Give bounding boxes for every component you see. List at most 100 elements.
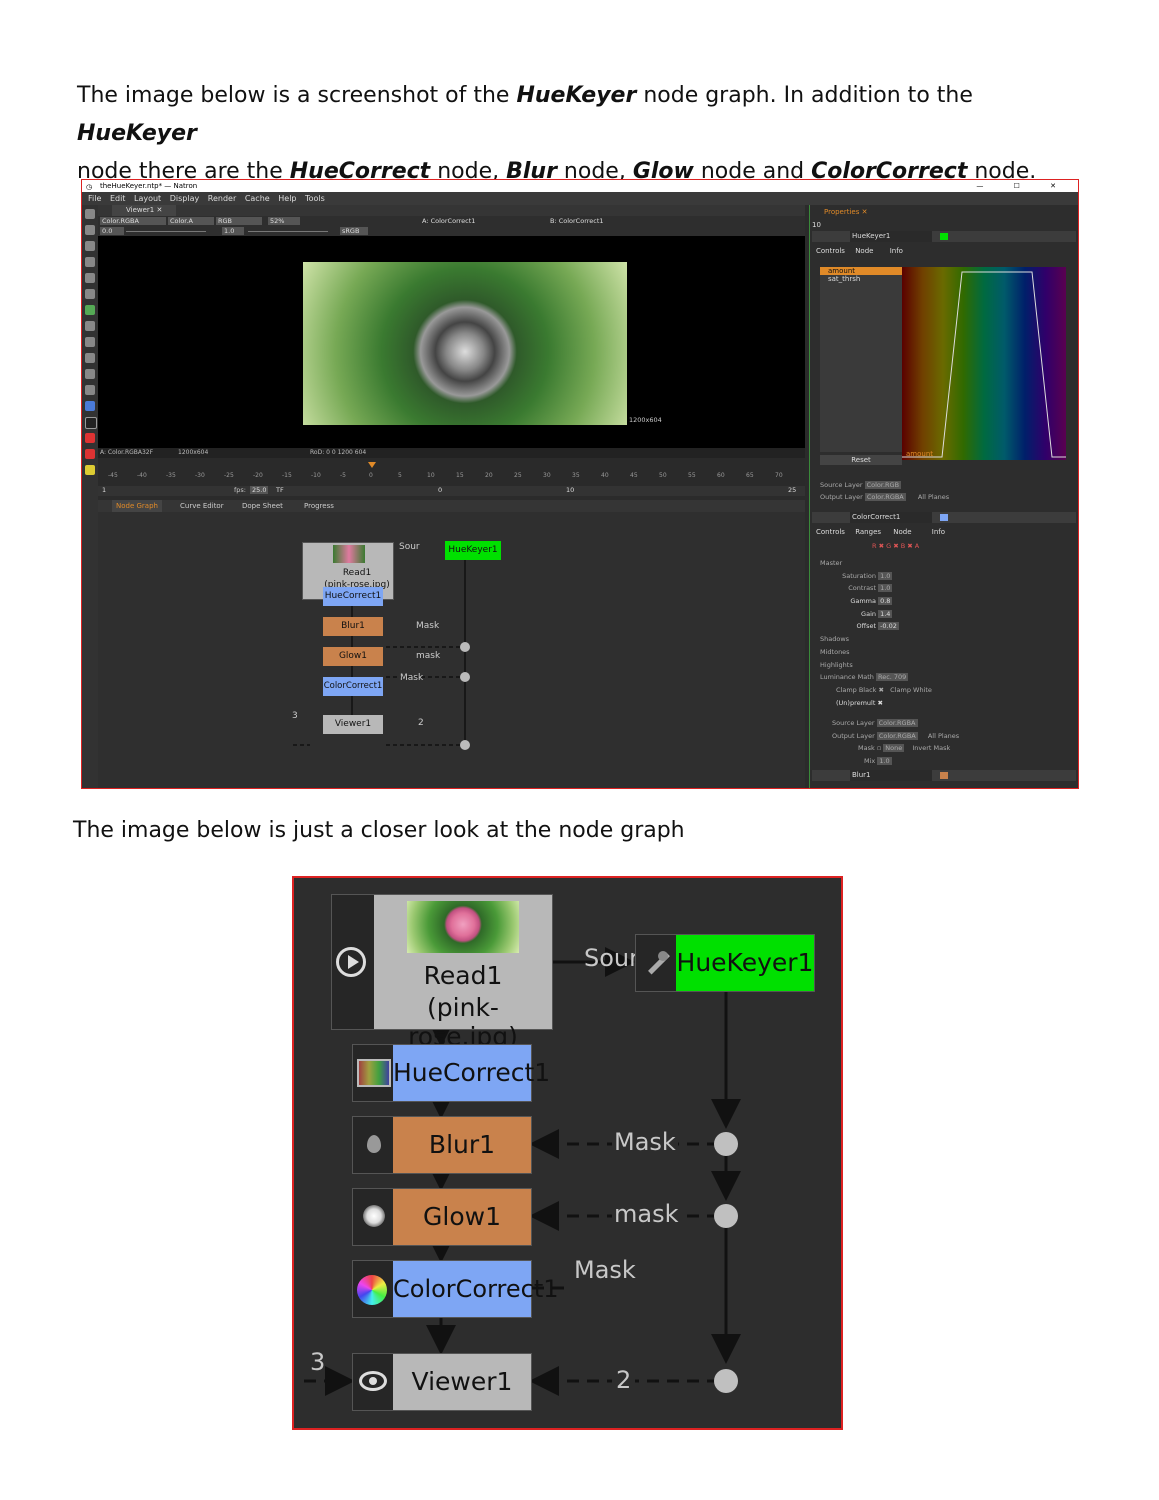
transform-node-icon[interactable]: [85, 337, 95, 347]
max-panels-field[interactable]: 10: [812, 221, 821, 229]
menu-help[interactable]: Help: [278, 194, 296, 203]
turbo-mode-toggle[interactable]: TF: [276, 486, 284, 494]
menu-tools[interactable]: Tools: [305, 194, 325, 203]
red-star-tool-icon-2[interactable]: [85, 449, 95, 459]
paint-tool-icon[interactable]: [85, 225, 95, 235]
viewer-viewport[interactable]: 1200x604: [98, 236, 805, 448]
cc-invert-mask-checkbox[interactable]: Invert Mask: [912, 744, 950, 752]
reset-button[interactable]: Reset: [820, 455, 902, 465]
channel-tool-icon[interactable]: [85, 257, 95, 267]
alpha-dropdown[interactable]: Color.A: [168, 217, 214, 225]
exposure-field[interactable]: 0.0: [100, 227, 124, 235]
tab-progress[interactable]: Progress: [300, 500, 338, 512]
lum-math-dropdown[interactable]: Rec. 709: [875, 673, 909, 682]
mini-viewer-node[interactable]: Viewer1: [323, 715, 383, 734]
cc-highlights-group[interactable]: Highlights: [820, 659, 1070, 672]
cc-offset-field[interactable]: -0.02: [878, 622, 899, 631]
tab-cc-info[interactable]: Info: [932, 528, 945, 536]
viewer-node[interactable]: Viewer1: [352, 1353, 532, 1411]
exposure-slider[interactable]: [126, 231, 206, 232]
gmic-tool-icon[interactable]: [85, 385, 95, 395]
tab-properties[interactable]: Properties ✕: [824, 208, 867, 216]
current-frame-field[interactable]: 0: [438, 486, 442, 494]
menu-edit[interactable]: Edit: [110, 194, 126, 203]
output-layer-dropdown[interactable]: Color.RGBA: [864, 493, 906, 501]
mini-huekeyer-node[interactable]: HueKeyer1: [445, 541, 501, 560]
tab-dope-sheet[interactable]: Dope Sheet: [238, 500, 287, 512]
blue-tool-icon[interactable]: [85, 401, 95, 411]
cc-midtones-group[interactable]: Midtones: [820, 646, 1070, 659]
play-icon[interactable]: [336, 947, 366, 977]
input-a-dropdown[interactable]: A: ColorCorrect1: [420, 217, 500, 225]
cc-all-planes-checkbox[interactable]: All Planes: [928, 732, 959, 740]
window-controls[interactable]: — ☐ ✕: [976, 180, 1070, 192]
menu-display[interactable]: Display: [170, 194, 200, 203]
source-layer-dropdown[interactable]: Color.RGB: [864, 481, 902, 489]
transform-tool-icon[interactable]: [85, 209, 95, 219]
blur-color-swatch[interactable]: [940, 772, 948, 779]
tab-hk-controls[interactable]: Controls: [816, 247, 845, 255]
cc-channel-toggles[interactable]: R ✖ G ✖ B ✖ A: [872, 542, 919, 550]
timeline[interactable]: -45 -40 -35 -30 -25 -20 -15 -10 -5 0 5 10 15 20 25 30 35…: [98, 458, 805, 486]
blur-node[interactable]: Blur1: [352, 1116, 532, 1174]
channels-dropdown[interactable]: RGB: [216, 217, 262, 225]
cc-shadows-group[interactable]: Shadows: [820, 633, 1070, 646]
huecorrect-node[interactable]: HueCorrect1: [352, 1044, 550, 1102]
tab-hk-info[interactable]: Info: [890, 247, 903, 255]
huekeyer-node[interactable]: HueKeyer1: [635, 934, 815, 992]
menu-layout[interactable]: Layout: [134, 194, 161, 203]
clamp-black-checkbox[interactable]: Clamp Black: [836, 686, 876, 694]
param-amount[interactable]: amount: [820, 267, 902, 275]
frame-end-field[interactable]: 25: [788, 486, 796, 494]
s-tool-icon[interactable]: [85, 417, 97, 429]
clamp-white-checkbox[interactable]: Clamp White: [890, 686, 932, 694]
tab-viewer1[interactable]: Viewer1 ✕: [112, 205, 177, 216]
menu-render[interactable]: Render: [208, 194, 236, 203]
menu-file[interactable]: File: [88, 194, 101, 203]
cc-mask-dropdown[interactable]: None: [883, 744, 905, 753]
menu-cache[interactable]: Cache: [245, 194, 270, 203]
cc-gain-field[interactable]: 1.4: [878, 609, 893, 618]
blur-name-field[interactable]: Blur1: [850, 770, 932, 781]
huekeyer-curve-editor[interactable]: amount: [902, 267, 1066, 460]
read-node[interactable]: Read1 (pink-rose.jpg): [331, 894, 553, 1051]
frame-increment-field[interactable]: 10: [566, 486, 574, 494]
red-star-tool-icon[interactable]: [85, 433, 95, 443]
node-graph-mini[interactable]: Read1 (pink-rose.jpg) Sour HueKeyer1 Hue…: [98, 512, 805, 788]
views-tool-icon[interactable]: [85, 353, 95, 363]
zoom-dropdown[interactable]: 52%: [268, 217, 300, 225]
unpremult-checkbox[interactable]: (Un)premult: [836, 699, 875, 707]
gamma-field[interactable]: 1.0: [222, 227, 244, 235]
all-planes-checkbox[interactable]: All Planes: [918, 493, 949, 501]
node-graph-closeup[interactable]: Read1 (pink-rose.jpg) Sour HueKeyer1 Hue…: [292, 876, 843, 1430]
mini-glow-node[interactable]: Glow1: [323, 647, 383, 666]
colorcorrect-node[interactable]: ColorCorrect1: [352, 1260, 559, 1318]
playhead-marker[interactable]: [368, 462, 376, 468]
cc-gamma-field[interactable]: 0.8: [878, 597, 893, 606]
mini-huecorrect-node[interactable]: HueCorrect1: [323, 587, 383, 606]
yellow-star-tool-icon[interactable]: [85, 465, 95, 475]
cc-source-layer-dropdown[interactable]: Color.RGBA: [876, 719, 918, 727]
filter-tool-icon[interactable]: [85, 289, 95, 299]
tab-cc-ranges[interactable]: Ranges: [855, 528, 881, 536]
time-tool-icon[interactable]: [85, 241, 95, 251]
tab-cc-node[interactable]: Node: [893, 528, 911, 536]
tab-node-graph[interactable]: Node Graph: [112, 500, 162, 512]
input-b-dropdown[interactable]: B: ColorCorrect1: [548, 217, 624, 225]
fps-field[interactable]: 25.0: [250, 486, 269, 494]
tab-hk-node[interactable]: Node: [855, 247, 873, 255]
merge-tool-icon[interactable]: [85, 321, 95, 331]
mini-colorcorrect-node[interactable]: ColorCorrect1: [323, 677, 383, 696]
cc-saturation-field[interactable]: 1.0: [878, 571, 893, 580]
keyer-tool-icon[interactable]: [85, 305, 95, 315]
cc-mix-field[interactable]: 1.0: [877, 757, 892, 766]
mini-blur-node[interactable]: Blur1: [323, 617, 383, 636]
huekeyer-color-swatch[interactable]: [940, 233, 948, 240]
tab-cc-controls[interactable]: Controls: [816, 528, 845, 536]
colorcorrect-name-field[interactable]: ColorCorrect1: [850, 512, 932, 523]
color-tool-icon[interactable]: [85, 273, 95, 283]
frame-start-field[interactable]: 1: [102, 486, 106, 494]
colorspace-dropdown[interactable]: sRGB: [340, 227, 368, 235]
cc-output-layer-dropdown[interactable]: Color.RGBA: [876, 731, 918, 740]
cc-contrast-field[interactable]: 1.0: [878, 584, 893, 593]
